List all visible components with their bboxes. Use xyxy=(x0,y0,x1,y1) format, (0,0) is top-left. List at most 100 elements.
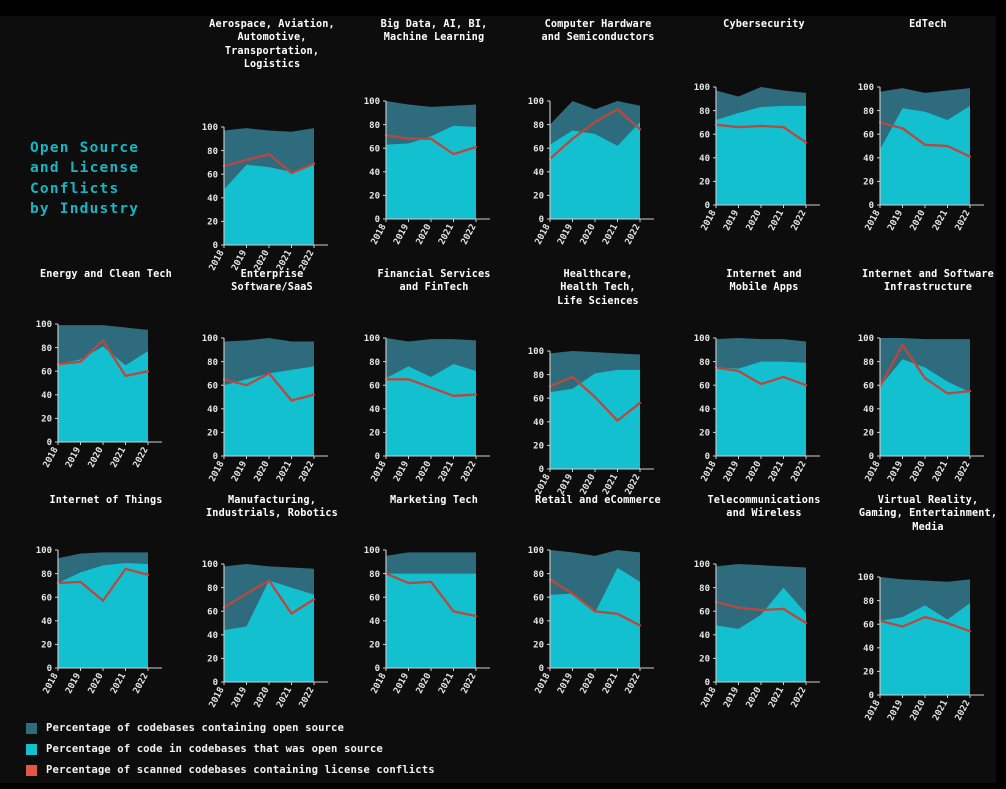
area-chart-svg: 0204060801002018 2019 2020 2021 2022 xyxy=(528,546,654,694)
y-axis-tick-label: 40 xyxy=(41,617,52,627)
x-axis-tick-label: 2022 xyxy=(132,446,151,468)
x-axis-tick-label: 2020 xyxy=(579,672,598,694)
chart-panel: Marketing Tech 0 20 40 60 80 100 2018 2019 2020 20… xyxy=(352,494,516,694)
y-axis-tick-label: 40 xyxy=(699,154,710,164)
area-chart-svg: 0204060801002018 2019 2020 2021 2022 xyxy=(858,83,984,231)
y-axis-tick-label: 60 xyxy=(533,144,544,154)
x-axis-tick-label: 2022 xyxy=(624,672,643,694)
chart-panel-title: Big Data, AI, BI, Machine Learning xyxy=(380,19,488,44)
legend-item-label: Percentage of codebases containing open … xyxy=(46,722,344,734)
y-axis-tick-label: 100 xyxy=(528,546,544,556)
chart-panel: Healthcare, Health Tech, Life Sciences 0 2… xyxy=(516,268,680,495)
page-title: Open Source and License Conflicts by Ind… xyxy=(30,140,140,217)
y-axis-tick-label: 60 xyxy=(369,381,380,391)
chart-panel-title: Healthcare, Health Tech, Life Sciences xyxy=(557,269,639,307)
x-axis-tick-label: 2021 xyxy=(437,672,456,694)
x-axis-tick-label: 2020 xyxy=(745,685,764,707)
chart-panel-title: Telecommunications and Wireless xyxy=(707,495,821,520)
area-chart-svg: 0204060801002018 2019 2020 2021 2022 xyxy=(36,320,162,468)
area-chart-svg: 0204060801002018 2019 2020 2021 2022 xyxy=(202,123,328,271)
chart-plot-area: 0 20 40 60 80 100 2018 2019 2020 2021 2022 xyxy=(352,332,516,482)
chart-panel-title: Aerospace, Aviation, Automotive, Transpo… xyxy=(209,19,335,70)
chart-panel-title: Marketing Tech xyxy=(390,495,478,506)
x-axis-tick-label: 2022 xyxy=(954,209,973,231)
chart-panel: Virtual Reality, Gaming, Entertainment, … xyxy=(846,494,1006,721)
x-axis-tick-label: 2021 xyxy=(767,459,786,481)
y-axis-tick-label: 100 xyxy=(202,334,218,344)
x-axis-tick-label: 2019 xyxy=(556,222,575,244)
y-axis-tick-label: 60 xyxy=(863,381,874,391)
chart-plot-area: 0 20 40 60 80 100 2018 2019 2020 2021 2022 xyxy=(516,544,680,694)
x-axis-tick-label: 2018 xyxy=(370,459,389,481)
x-axis-tick-label: 2022 xyxy=(790,685,809,707)
chart-panel: Telecommunications and Wireless 0 20 40 60 80… xyxy=(682,494,846,708)
x-axis-tick-label: 2022 xyxy=(624,222,643,244)
x-axis-tick-label: 2021 xyxy=(767,209,786,231)
x-axis-tick-label: 2019 xyxy=(556,672,575,694)
chart-panel: Enterprise Software/SaaS 0 20 40 60 80 100 2018… xyxy=(190,268,354,482)
y-axis-tick-label: 60 xyxy=(207,381,218,391)
x-axis-tick-label: 2021 xyxy=(437,459,456,481)
y-axis-tick-label: 20 xyxy=(533,441,544,451)
area-chart-svg: 0204060801002018 2019 2020 2021 2022 xyxy=(36,546,162,694)
area-chart-svg: 0204060801002018 2019 2020 2021 2022 xyxy=(364,334,490,482)
chart-plot-area: 0 20 40 60 80 100 2018 2019 2020 2021 2022 xyxy=(352,95,516,245)
x-axis-tick-label: 2022 xyxy=(460,222,479,244)
y-axis-tick-label: 80 xyxy=(863,107,874,117)
y-axis-tick-label: 80 xyxy=(41,570,52,580)
y-axis-tick-label: 20 xyxy=(41,415,52,425)
y-axis-tick-label: 100 xyxy=(364,97,380,107)
chart-panel-title: Retail and eCommerce xyxy=(535,495,661,506)
area-chart-svg: 0204060801002018 2019 2020 2021 2022 xyxy=(202,334,328,482)
x-axis-tick-label: 2018 xyxy=(700,459,719,481)
y-axis-tick-label: 20 xyxy=(533,641,544,651)
x-axis-tick-label: 2019 xyxy=(392,222,411,244)
x-axis-tick-label: 2020 xyxy=(253,459,272,481)
area-chart-svg: 0204060801002018 2019 2020 2021 2022 xyxy=(858,334,984,482)
x-axis-tick-label: 2020 xyxy=(579,472,598,494)
y-axis-tick-label: 20 xyxy=(533,191,544,201)
y-axis-tick-label: 100 xyxy=(364,546,380,556)
y-axis-tick-label: 60 xyxy=(41,368,52,378)
y-axis-tick-label: 100 xyxy=(36,546,52,556)
area-chart-svg: 0204060801002018 2019 2020 2021 2022 xyxy=(694,334,820,482)
y-axis-tick-label: 60 xyxy=(863,131,874,141)
y-axis-tick-label: 40 xyxy=(533,168,544,178)
x-axis-tick-label: 2022 xyxy=(132,672,151,694)
y-axis-tick-label: 80 xyxy=(533,120,544,130)
x-axis-tick-label: 2020 xyxy=(253,685,272,707)
legend-item: Percentage of codebases containing open … xyxy=(26,718,626,738)
chart-panel-title: Financial Services and FinTech xyxy=(377,269,491,294)
y-axis-tick-label: 20 xyxy=(369,191,380,201)
x-axis-tick-label: 2019 xyxy=(556,472,575,494)
x-axis-tick-label: 2020 xyxy=(909,459,928,481)
legend-item-label: Percentage of scanned codebases containi… xyxy=(46,764,435,776)
chart-plot-area: 0 20 40 60 80 100 2018 2019 2020 2021 2022 xyxy=(682,81,846,231)
chart-panel: Internet and Mobile Apps 0 20 40 60 80 100 2018… xyxy=(682,268,846,482)
area-code-that-was-open-source xyxy=(386,363,476,456)
y-axis-tick-label: 60 xyxy=(699,381,710,391)
y-axis-tick-label: 60 xyxy=(863,620,874,630)
x-axis-tick-label: 2019 xyxy=(886,209,905,231)
chart-panel-title: Internet and Software Infrastructure xyxy=(862,269,994,294)
y-axis-tick-label: 20 xyxy=(369,641,380,651)
chart-panel-title: Enterprise Software/SaaS xyxy=(231,269,313,294)
y-axis-tick-label: 40 xyxy=(369,617,380,627)
x-axis-tick-label: 2021 xyxy=(109,446,128,468)
y-axis-tick-label: 100 xyxy=(364,334,380,344)
chart-plot-area: 0 20 40 60 80 100 2018 2019 2020 2021 2022 xyxy=(352,544,516,694)
y-axis-tick-label: 80 xyxy=(207,357,218,367)
area-chart-svg: 0204060801002018 2019 2020 2021 2022 xyxy=(694,560,820,708)
y-axis-tick-label: 40 xyxy=(369,405,380,415)
x-axis-tick-label: 2020 xyxy=(415,222,434,244)
area-code-that-was-open-source xyxy=(550,121,640,219)
legend-item: Percentage of scanned codebases containi… xyxy=(26,760,626,780)
area-code-that-was-open-source xyxy=(716,106,806,206)
y-axis-tick-label: 100 xyxy=(528,97,544,107)
square-swatch xyxy=(26,743,37,755)
y-axis-tick-label: 20 xyxy=(863,667,874,677)
x-axis-tick-label: 2021 xyxy=(931,698,950,720)
chart-panel: Internet and Software Infrastructure 0 20 4… xyxy=(846,268,1006,482)
chart-panel-title: Virtual Reality, Gaming, Entertainment, … xyxy=(858,495,998,533)
x-axis-tick-label: 2019 xyxy=(64,446,83,468)
